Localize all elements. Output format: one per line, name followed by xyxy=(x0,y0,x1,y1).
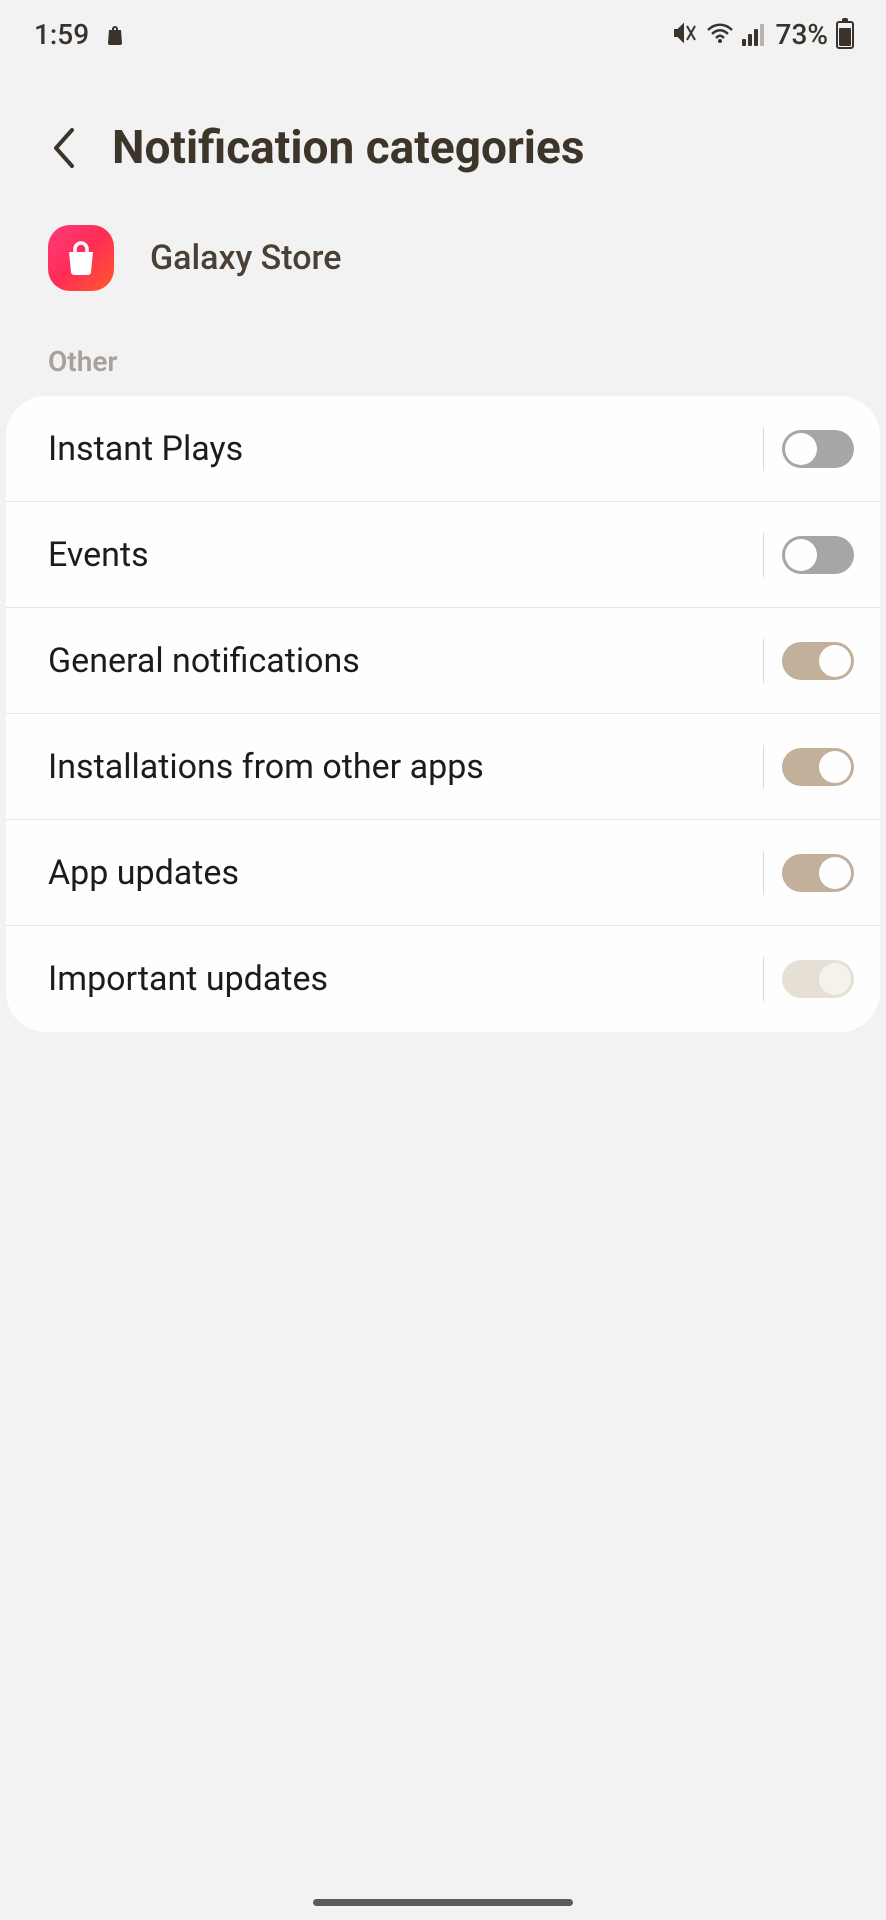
notification-categories-card: Instant Plays Events General notificatio… xyxy=(6,396,880,1032)
row-label: General notifications xyxy=(48,641,753,681)
battery-percent: 73% xyxy=(776,18,828,51)
bag-icon xyxy=(103,23,127,47)
row-label: Installations from other apps xyxy=(48,747,753,787)
battery-icon xyxy=(836,21,854,49)
signal-icon xyxy=(742,24,764,46)
back-button[interactable] xyxy=(44,128,84,168)
row-divider xyxy=(763,427,764,471)
row-divider xyxy=(763,745,764,789)
toggle-general-notifications[interactable] xyxy=(782,642,854,680)
row-divider xyxy=(763,533,764,577)
app-name: Galaxy Store xyxy=(150,238,341,278)
toggle-app-updates[interactable] xyxy=(782,854,854,892)
nav-indicator xyxy=(313,1899,573,1906)
toggle-important-updates[interactable] xyxy=(782,960,854,998)
toggle-instant-plays[interactable] xyxy=(782,430,854,468)
galaxy-store-icon xyxy=(48,225,114,291)
toggle-events[interactable] xyxy=(782,536,854,574)
row-label: App updates xyxy=(48,853,753,893)
row-installations-other-apps[interactable]: Installations from other apps xyxy=(6,714,880,820)
status-left: 1:59 xyxy=(34,18,127,51)
toggle-installations-other-apps[interactable] xyxy=(782,748,854,786)
status-right: 73% xyxy=(672,18,854,51)
page-header: Notification categories xyxy=(0,61,886,205)
row-divider xyxy=(763,639,764,683)
row-general-notifications[interactable]: General notifications xyxy=(6,608,880,714)
row-label: Important updates xyxy=(48,959,753,999)
row-divider xyxy=(763,957,764,1001)
row-instant-plays[interactable]: Instant Plays xyxy=(6,396,880,502)
status-bar: 1:59 73% xyxy=(0,0,886,61)
app-row[interactable]: Galaxy Store xyxy=(0,205,886,331)
row-important-updates[interactable]: Important updates xyxy=(6,926,880,1032)
wifi-icon xyxy=(706,18,734,51)
chevron-left-icon xyxy=(50,126,78,170)
row-divider xyxy=(763,851,764,895)
page-title: Notification categories xyxy=(112,121,584,175)
row-label: Instant Plays xyxy=(48,429,753,469)
status-time: 1:59 xyxy=(34,18,89,51)
section-label-other: Other xyxy=(0,331,886,396)
row-app-updates[interactable]: App updates xyxy=(6,820,880,926)
row-label: Events xyxy=(48,535,753,575)
row-events[interactable]: Events xyxy=(6,502,880,608)
mute-vibrate-icon xyxy=(672,18,698,51)
